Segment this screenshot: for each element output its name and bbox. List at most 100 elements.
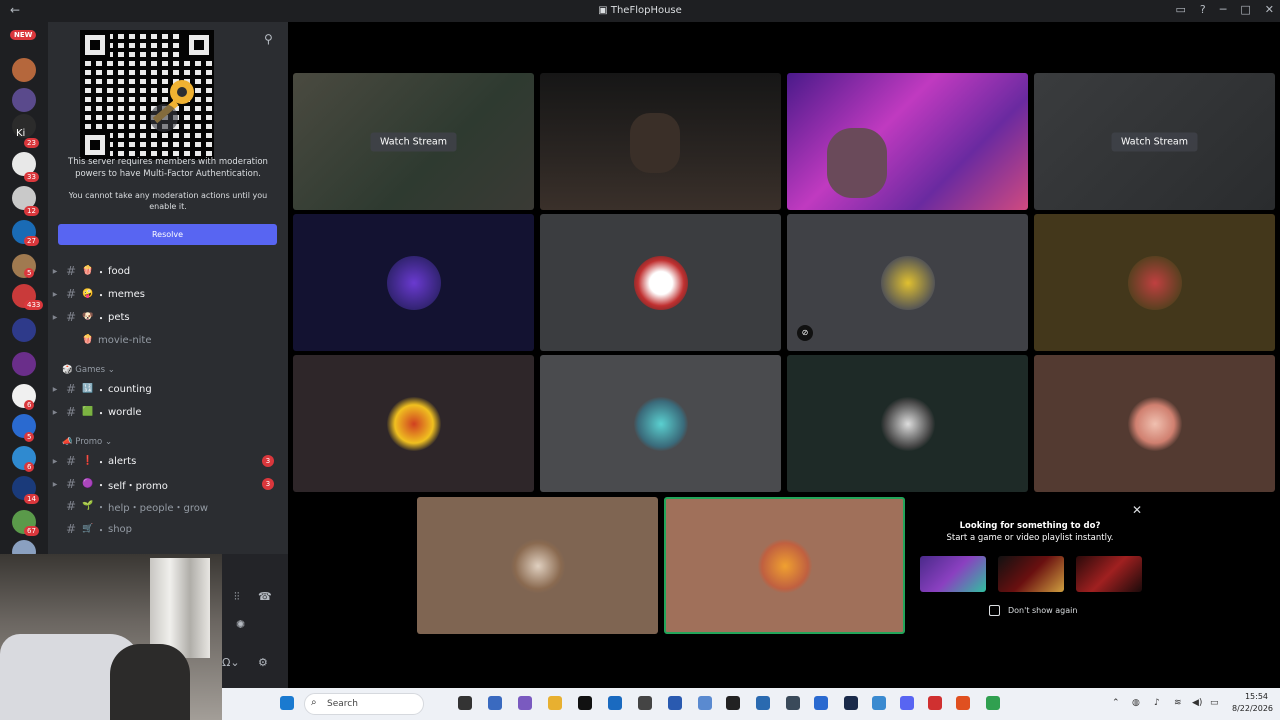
video-tile[interactable]: [540, 73, 781, 210]
taskbar-app-icon[interactable]: [638, 696, 652, 710]
start-button[interactable]: [280, 696, 294, 710]
taskbar-app-icon[interactable]: [872, 696, 886, 710]
collapse-arrow-icon: ▶: [52, 457, 58, 465]
wifi-icon[interactable]: ≋: [1174, 698, 1182, 708]
server-icon-2[interactable]: [12, 88, 36, 112]
participant-tile[interactable]: ⊘: [787, 214, 1028, 351]
channel-item[interactable]: ▶ # 🟩 ・ wordle: [48, 403, 286, 421]
dont-show-checkbox[interactable]: [989, 605, 1000, 616]
steam-icon[interactable]: [844, 696, 858, 710]
watch-stream-button[interactable]: Watch Stream: [1111, 132, 1198, 151]
channel-item[interactable]: ▶ # 🍿 ・ food: [48, 262, 286, 280]
avatar: [386, 396, 441, 451]
volume-icon[interactable]: ◀): [1192, 698, 1202, 708]
server-icon-10[interactable]: [12, 352, 36, 376]
calculator-icon[interactable]: [756, 696, 770, 710]
participant-tile[interactable]: [293, 214, 534, 351]
category-promo[interactable]: 📣 Promo ⌄: [62, 437, 112, 447]
taskbar-app-icon[interactable]: [786, 696, 800, 710]
discord-icon[interactable]: [900, 696, 914, 710]
participant-tile[interactable]: [1034, 355, 1275, 492]
participant-tile[interactable]: [540, 214, 781, 351]
taskbar-search[interactable]: ⌕ Search: [304, 693, 424, 715]
channel-item[interactable]: # 🌱 ・ help・people・grow: [48, 497, 286, 515]
avatar: [633, 396, 688, 451]
close-button[interactable]: ✕: [1265, 3, 1274, 16]
close-icon[interactable]: ✕: [1132, 503, 1142, 517]
channel-item[interactable]: ▶ # 🔢 ・ counting: [48, 380, 286, 398]
tray-app-icon[interactable]: ◍: [1132, 698, 1140, 708]
server-label-partial: Ki: [16, 128, 26, 139]
taskbar-app-icon[interactable]: [578, 696, 592, 710]
stream-tile[interactable]: Watch Stream: [1034, 73, 1275, 210]
tray-chevron-icon[interactable]: ⌃: [1112, 698, 1120, 708]
battery-icon[interactable]: ▭: [1210, 698, 1219, 708]
participant-tile[interactable]: [1034, 214, 1275, 351]
game-thumbnail[interactable]: [998, 556, 1064, 592]
server-badge: 14: [24, 494, 39, 504]
hash-icon: #: [65, 405, 77, 419]
user-panel: ⫶⫶ ☎ ✺ Ω⌄ ⚙: [222, 554, 288, 688]
category-games[interactable]: 🎲 Games ⌄: [62, 365, 115, 375]
help-icon[interactable]: ?: [1200, 3, 1206, 16]
avatar: [757, 538, 812, 593]
server-icon-1[interactable]: [12, 58, 36, 82]
participant-tile[interactable]: [540, 355, 781, 492]
collapse-arrow-icon: ▶: [52, 290, 58, 298]
game-thumbnail[interactable]: [920, 556, 986, 592]
dice-icon: 🎲: [62, 365, 76, 375]
collapse-arrow-icon: ▶: [52, 480, 58, 488]
epic-games-icon[interactable]: [726, 696, 740, 710]
participant-tile[interactable]: [293, 355, 534, 492]
task-view-icon[interactable]: [458, 696, 472, 710]
taskbar-app-icon[interactable]: [488, 696, 502, 710]
microphone-icon[interactable]: ♪: [1154, 698, 1160, 708]
server-badge: 33: [24, 172, 39, 182]
taskbar-app-icon[interactable]: [668, 696, 682, 710]
activity-icon[interactable]: ✺: [236, 618, 245, 631]
channel-item[interactable]: ▶ # 🤪 ・ memes: [48, 285, 286, 303]
taskbar-app-icon[interactable]: [518, 696, 532, 710]
inbox-icon[interactable]: ▭: [1176, 3, 1186, 16]
channel-item[interactable]: ▶ # 🐶 ・ pets: [48, 308, 286, 326]
chrome-icon[interactable]: [986, 696, 1000, 710]
server-icon-9[interactable]: [12, 318, 36, 342]
clock[interactable]: 15:54 8/22/2026: [1232, 691, 1273, 715]
hash-icon: #: [65, 522, 77, 536]
chevron-down-icon: ⌄: [102, 437, 113, 447]
participant-tile-speaking[interactable]: [664, 497, 905, 634]
stream-tile[interactable]: Watch Stream: [293, 73, 534, 210]
maximize-button[interactable]: □: [1240, 3, 1250, 16]
channel-item[interactable]: ▶ # ❗ ・ alerts 3: [48, 452, 286, 470]
watch-stream-button[interactable]: Watch Stream: [370, 132, 457, 151]
channel-item[interactable]: # 🛒 ・ shop: [48, 520, 286, 538]
taskbar-app-icon[interactable]: [956, 696, 970, 710]
participant-tile[interactable]: [787, 355, 1028, 492]
server-badge: 67: [24, 526, 39, 536]
avatar: [880, 255, 935, 310]
channel-item[interactable]: 🍿 movie-nite: [48, 331, 286, 349]
server-badge: 23: [24, 138, 39, 148]
app-root: ← ▣ TheFlopHouse ▭ ? ─ □ ✕ 23 33 12 27 5…: [0, 0, 1280, 720]
settings-gear-icon[interactable]: ⚙: [258, 656, 268, 669]
mfa-subnotice: You cannot take any moderation actions u…: [68, 191, 268, 211]
activity-promo: ✕ Looking for something to do? Start a g…: [910, 500, 1150, 632]
store-icon[interactable]: [608, 696, 622, 710]
taskbar-app-icon[interactable]: [698, 696, 712, 710]
headphones-icon[interactable]: Ω⌄: [222, 656, 240, 669]
game-thumbnail[interactable]: [1076, 556, 1142, 592]
minimize-button[interactable]: ─: [1220, 3, 1227, 16]
taskbar-app-icon[interactable]: [814, 696, 828, 710]
participant-tile[interactable]: [417, 497, 658, 634]
collapse-arrow-icon: ▶: [52, 385, 58, 393]
video-tile[interactable]: [787, 73, 1028, 210]
channel-item[interactable]: ▶ # 🟣 ・ self・promo 3: [48, 475, 286, 493]
avatar: [386, 255, 441, 310]
add-user-icon[interactable]: ⚲: [264, 32, 273, 46]
resolve-button[interactable]: Resolve: [58, 224, 277, 245]
disconnect-icon[interactable]: ☎: [258, 590, 272, 603]
taskbar-app-icon[interactable]: [928, 696, 942, 710]
soundboard-icon[interactable]: ⫶⫶: [234, 590, 240, 604]
file-explorer-icon[interactable]: [548, 696, 562, 710]
unread-badge: 3: [262, 478, 274, 490]
